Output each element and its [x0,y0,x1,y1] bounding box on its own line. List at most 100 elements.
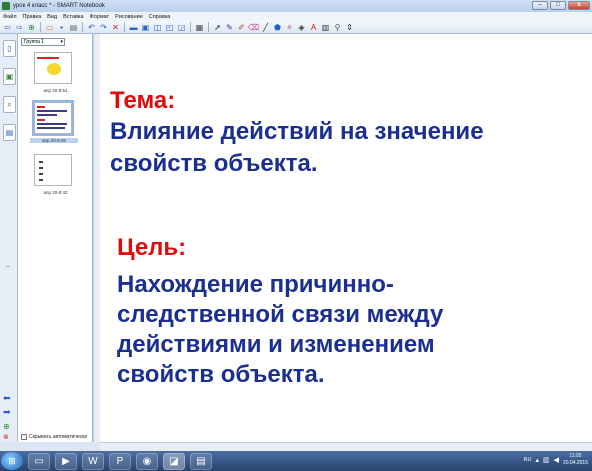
clock[interactable]: 11:05 20.04.2015 [563,453,588,467]
menu-file[interactable]: Файл [3,14,17,20]
presentation-icon[interactable]: P [109,452,131,470]
menu-bar: Файл Правка Вид Вставка Формат Рисование… [0,12,592,21]
thumbnail-text-line [37,106,45,108]
volume-icon[interactable]: ◀ [554,456,559,464]
capture-icon[interactable]: ◰ [164,22,175,33]
goal-heading: Цель: [117,234,187,261]
group-select[interactable]: Группа 1 ▾ [21,38,65,46]
full-screen-icon[interactable]: ▣ [140,22,151,33]
page-thumbnail-1[interactable] [34,52,72,84]
screen-shade-icon[interactable]: ▬ [128,22,139,33]
goal-body: Нахождение причинно- следственной связи … [117,270,443,390]
delete-icon[interactable]: ✕ [110,22,121,33]
sorter-scrollbar[interactable] [93,34,100,442]
redo-icon[interactable]: ↷ [98,22,109,33]
window-controls: – □ x [532,1,590,10]
close-button[interactable]: x [568,1,590,10]
menu-help[interactable]: Справка [149,14,171,20]
save-icon[interactable]: ▪ [56,22,67,33]
forward-arrow-icon[interactable]: ⇨ [14,22,25,33]
undo-icon[interactable]: ↶ [86,22,97,33]
topic-heading: Тема: [110,87,176,114]
toolbar-separator [190,22,191,32]
eraser-icon[interactable]: ⌫ [248,22,259,33]
side-tab-strip: ▯ ▣ ⌕ ▤ ⇔ ⬅ ➡ ⊕ ⊗ [0,34,18,442]
magic-pen-icon[interactable]: ✧ [284,22,295,33]
title-bar: урок 4 класс * - SMART Notebook – □ x [0,0,592,12]
document-camera-icon[interactable]: ◲ [176,22,187,33]
properties-icon[interactable]: ▥ [320,22,331,33]
goal-line: Нахождение причинно- [117,271,394,298]
table-icon[interactable]: ▦ [194,22,205,33]
minimize-button[interactable]: – [532,1,548,10]
toolbar-separator [40,22,41,32]
thumbnail-text-line [37,119,45,121]
chrome-icon[interactable]: ◉ [136,452,158,470]
group-select-value: Группа 1 [24,39,45,45]
panel-resize-handle-icon[interactable]: ⇔ [5,264,11,270]
line-icon[interactable]: ╱ [260,22,271,33]
text-icon[interactable]: A [308,22,319,33]
menu-edit[interactable]: Правка [23,14,42,20]
clock-date: 20.04.2015 [562,460,588,466]
previous-page-icon[interactable]: ⬅ [3,394,15,403]
more-tools-icon[interactable]: ⇕ [344,22,355,33]
topic-line: Влияние действий на значение [110,118,484,145]
canvas-scrollbar[interactable] [100,442,592,451]
thumbnail-text-line [37,127,65,129]
thumbnail-text-line [39,173,43,175]
network-icon[interactable]: ▥ [543,456,550,464]
auto-hide-option[interactable]: Скрывать автоматически [21,434,87,440]
page-thumbnail-3[interactable] [34,154,72,186]
auto-hide-checkbox[interactable] [21,434,27,440]
back-arrow-icon[interactable]: ⇦ [2,22,13,33]
pen-icon[interactable]: ✎ [224,22,235,33]
thumbnail-text-line [37,110,67,112]
dual-page-icon[interactable]: ◫ [152,22,163,33]
taskbar-apps: ▭ ▶ W P ◉ ◪ ▤ [23,452,212,470]
slide-canvas[interactable]: Тема: Влияние действий на значение свойс… [100,34,592,442]
properties-tab-icon[interactable]: ▤ [3,124,16,141]
add-page-side-icon[interactable]: ⊕ [3,422,15,431]
page-thumbnail-2[interactable] [32,100,74,136]
fill-icon[interactable]: ◈ [296,22,307,33]
auto-hide-label: Скрывать автоматически [29,434,88,440]
goal-line: следственной связи между [117,301,444,328]
gallery-tab-icon[interactable]: ▣ [3,68,16,85]
app-icon [2,2,10,10]
maximize-button[interactable]: □ [550,1,566,10]
next-page-icon[interactable]: ➡ [3,408,15,417]
system-tray: RU ▴ ▥ ◀ 11:05 20.04.2015 [523,453,588,467]
menu-insert[interactable]: Вставка [63,14,83,20]
shape-icon[interactable]: ⬟ [272,22,283,33]
add-page-icon[interactable]: ⊕ [26,22,37,33]
toolbar-separator [82,22,83,32]
thumbnail-text-line [37,114,57,116]
thumbnail-text-line [39,161,43,163]
smart-notebook-icon[interactable]: ◪ [163,452,185,470]
attachments-tab-icon[interactable]: ⌕ [3,96,16,113]
page-sorter-tab-icon[interactable]: ▯ [3,40,16,57]
clock-time: 11:05 [569,453,582,459]
topic-line: свойств объекта. [110,150,318,177]
open-folder-icon[interactable]: ▭ [44,22,55,33]
windows-taskbar: ⊞ ▭ ▶ W P ◉ ◪ ▤ RU ▴ ▥ ◀ 11:05 20.04.2015 [0,451,592,471]
paste-icon[interactable]: ▤ [68,22,79,33]
measure-icon[interactable]: ⚲ [332,22,343,33]
smart-board-icon[interactable]: ▤ [190,452,212,470]
smart-notebook-window: урок 4 класс * - SMART Notebook – □ x Фа… [0,0,592,471]
language-indicator[interactable]: RU [523,457,531,463]
media-player-icon[interactable]: ▶ [55,452,77,470]
delete-page-side-icon[interactable]: ⊗ [3,433,15,442]
menu-format[interactable]: Формат [90,14,110,20]
select-arrow-icon[interactable]: ➚ [212,22,223,33]
creative-pen-icon[interactable]: ✐ [236,22,247,33]
window-title: урок 4 класс * - SMART Notebook [13,3,105,9]
thumbnail-text-line [37,123,67,125]
word-icon[interactable]: W [82,452,104,470]
tray-arrow-icon[interactable]: ▴ [535,456,539,464]
menu-draw[interactable]: Рисование [115,14,143,20]
menu-view[interactable]: Вид [47,14,57,20]
start-button[interactable]: ⊞ [1,452,23,470]
explorer-icon[interactable]: ▭ [28,452,50,470]
